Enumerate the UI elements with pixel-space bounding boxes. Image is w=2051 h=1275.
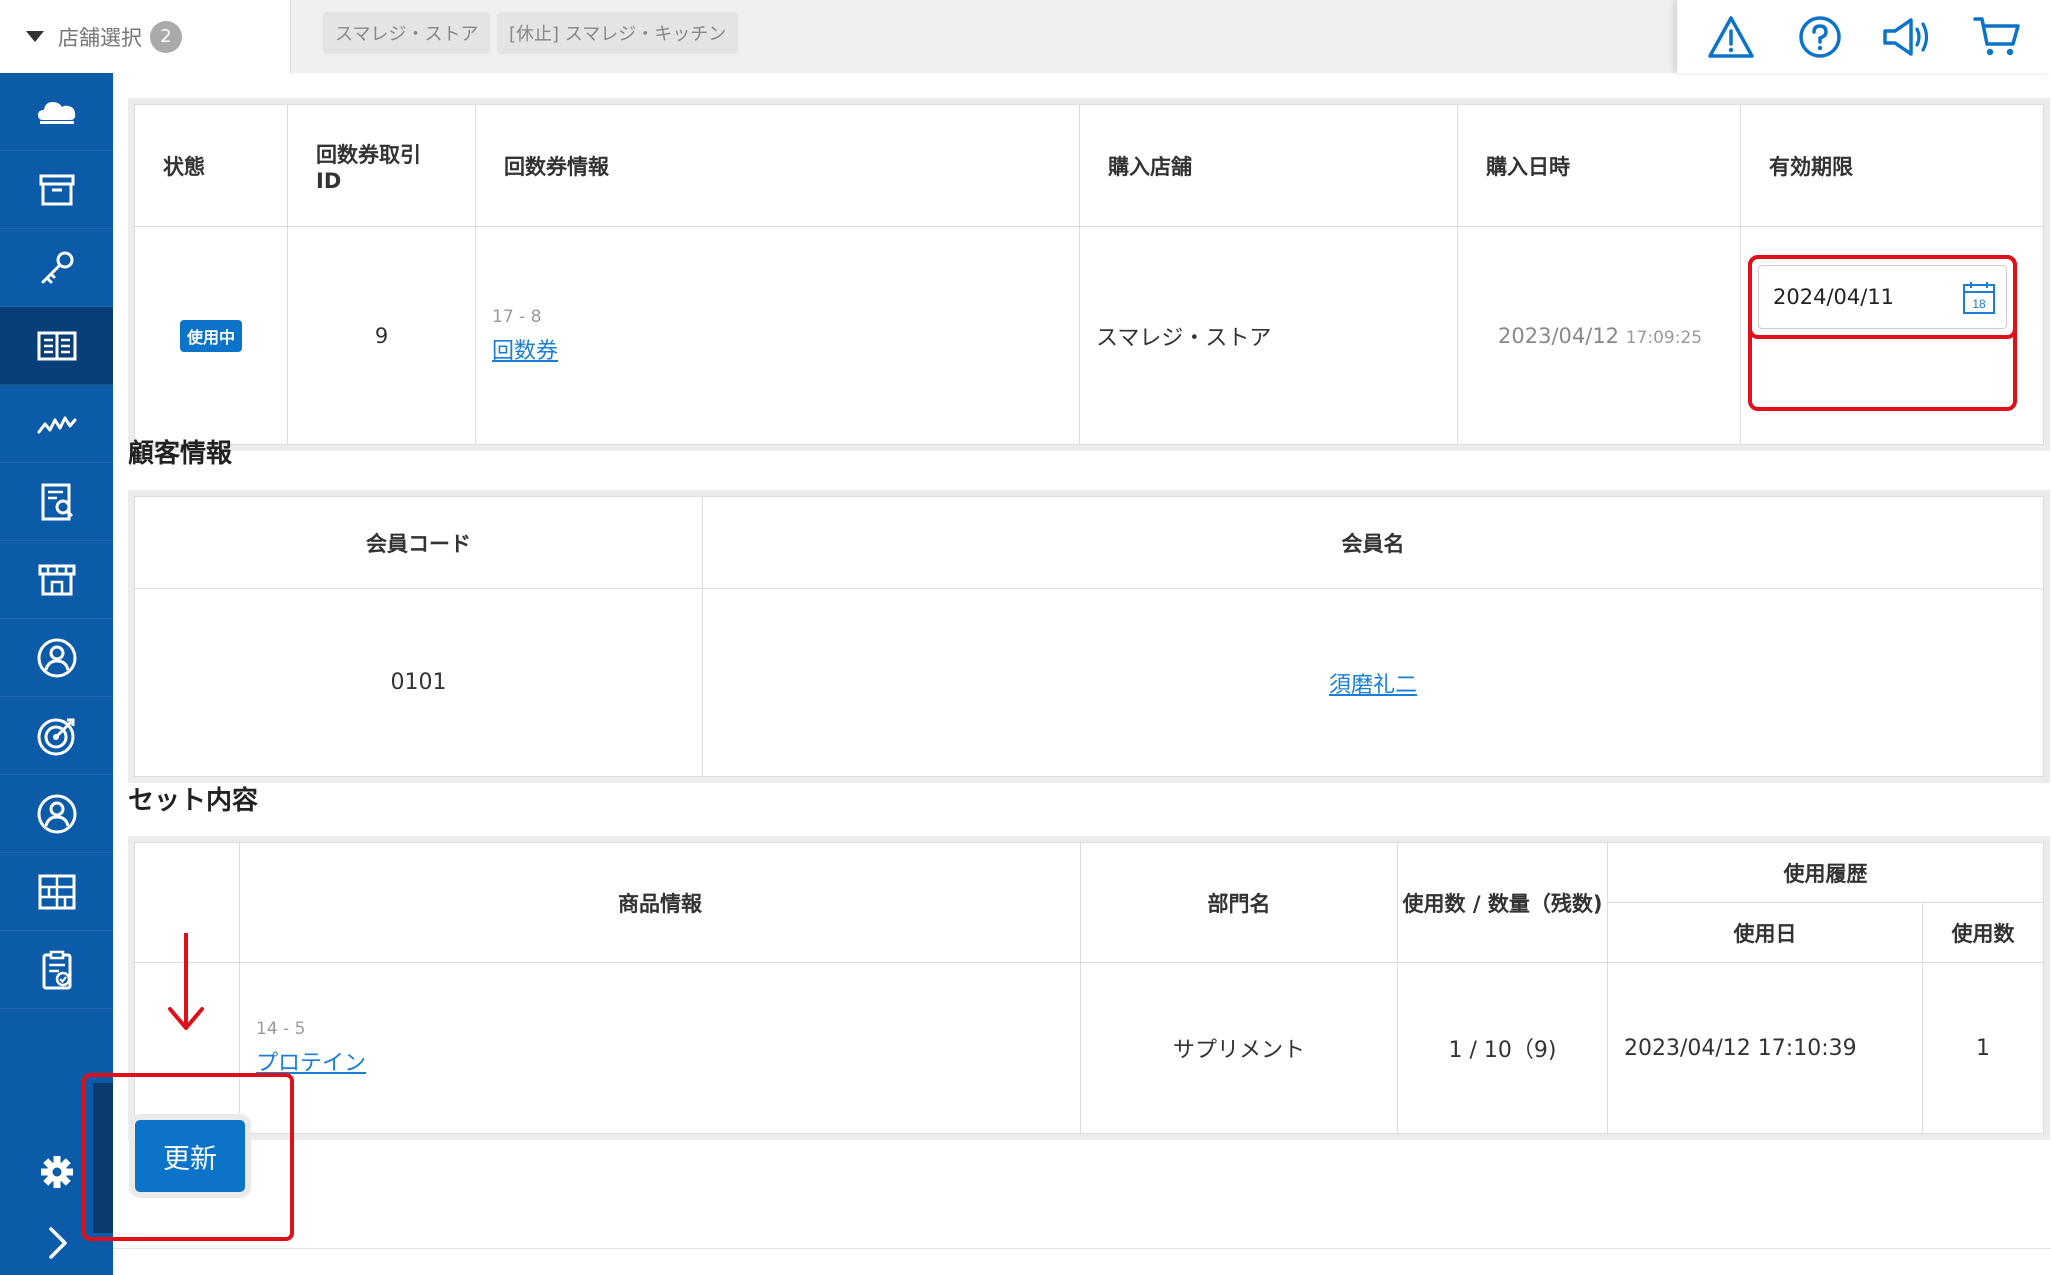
sidebar-item-grid[interactable]: [0, 853, 113, 931]
sidebar-item-target[interactable]: [0, 697, 113, 775]
sidebar-item-cloud[interactable]: [0, 73, 113, 151]
chevron-right-icon: [48, 1227, 67, 1259]
member-name-cell: 須磨礼二: [702, 588, 2044, 777]
ticket-info-cell: 17 - 8 回数券: [475, 226, 1080, 445]
chart-line-icon: [37, 416, 76, 433]
product-code: 14 - 5: [256, 1019, 306, 1039]
col-member-code: 会員コード: [134, 496, 703, 589]
cloud-icon: [37, 101, 75, 124]
update-button[interactable]: 更新: [135, 1120, 245, 1192]
member-code-cell: 0101: [134, 588, 703, 777]
set-table: 商品情報 部門名 使用数 / 数量（残数) 使用履歴 使用日 使用数 14 - …: [134, 842, 2044, 1134]
used-count-cell: 1: [1922, 962, 2044, 1134]
customer-table: 会員コード 会員名 0101 須磨礼二: [134, 496, 2044, 777]
store-count-badge: 2: [150, 20, 182, 53]
sidebar-item-clipboard[interactable]: [0, 931, 113, 1009]
gear-icon: [40, 1156, 73, 1188]
product-cell: 14 - 5 プロテイン: [239, 962, 1081, 1134]
col-product-info: 商品情報: [239, 842, 1081, 963]
col-store: 購入店舗: [1079, 104, 1458, 227]
purchase-time: 17:09:25: [1625, 327, 1703, 348]
customer-section-title: 顧客情報: [128, 439, 233, 469]
user-icon: [37, 794, 76, 833]
archive-icon: [39, 174, 74, 205]
purchase-date-cell: 2023/04/12 17:09:25: [1457, 226, 1741, 445]
target-icon: [37, 718, 74, 755]
store-chip[interactable]: スマレジ・ストア: [323, 12, 491, 54]
used-date-cell: 2023/04/12 17:10:39: [1607, 962, 1923, 1134]
store-chip[interactable]: [休止] スマレジ・キッチン: [497, 12, 739, 54]
ticket-link[interactable]: 回数券: [492, 339, 558, 364]
book-icon: [37, 331, 76, 360]
cart-icon[interactable]: [1969, 9, 2025, 65]
set-section-title: セット内容: [128, 786, 259, 816]
col-status: 状態: [134, 104, 288, 227]
store-select[interactable]: 店舗選択 2: [0, 0, 291, 73]
purchase-date: 2023/04/12: [1498, 323, 1620, 348]
help-icon[interactable]: [1792, 9, 1848, 65]
col-used-count: 使用数: [1922, 902, 2044, 963]
col-used-date: 使用日: [1607, 902, 1923, 963]
sidebar-item-book[interactable]: [0, 307, 113, 385]
status-badge: 使用中: [179, 319, 242, 352]
col-history: 使用履歴: [1607, 842, 2044, 903]
customer-icon: [37, 638, 76, 677]
sidebar-item-store[interactable]: [0, 541, 113, 619]
topbar-icon-group: [1677, 0, 2051, 73]
sidebar-item-archive[interactable]: [0, 151, 113, 229]
col-member-name: 会員名: [702, 496, 2044, 589]
sidebar-edge: [93, 1083, 113, 1233]
status-cell: 使用中: [134, 226, 288, 445]
col-purchase-date: 購入日時: [1457, 104, 1741, 227]
usage-cell: 1 / 10（9): [1397, 962, 1608, 1134]
store-cell: スマレジ・ストア: [1079, 226, 1458, 445]
col-ticket-id: 回数券取引 ID: [287, 104, 476, 227]
col-ticket-info: 回数券情報: [475, 104, 1080, 227]
caret-down-icon: [26, 31, 44, 42]
calendar-icon[interactable]: 18: [1962, 281, 1996, 315]
col-dept: 部門名: [1080, 842, 1398, 963]
main-content: 状態 回数券取引 ID 回数券情報 購入店舗 購入日時 有効期限 使用中 9 1…: [113, 73, 2051, 1275]
sidebar-item-report[interactable]: [0, 463, 113, 541]
customer-table-panel: 会員コード 会員名 0101 須磨礼二: [128, 490, 2050, 783]
calendar-day: 18: [1972, 297, 1986, 311]
announcement-icon[interactable]: [1880, 9, 1936, 65]
expiry-date-input[interactable]: 2024/04/11 18: [1758, 265, 2007, 329]
sidebar-item-key[interactable]: [0, 229, 113, 307]
store-icon: [38, 564, 75, 595]
col-expiry: 有効期限: [1740, 104, 2044, 227]
ticket-code: 17 - 8: [492, 306, 542, 327]
grid-icon: [38, 874, 75, 909]
expiry-date-value: 2024/04/11: [1773, 285, 1895, 309]
arrow-down-icon: [168, 933, 204, 1030]
top-bar: 店舗選択 2 スマレジ・ストア [休止] スマレジ・キッチン: [0, 0, 2051, 73]
sidebar-item-chart[interactable]: [0, 385, 113, 463]
key-icon: [41, 251, 73, 283]
alert-icon[interactable]: [1703, 9, 1759, 65]
ticket-id-cell: 9: [287, 226, 476, 445]
set-table-panel: 商品情報 部門名 使用数 / 数量（残数) 使用履歴 使用日 使用数 14 - …: [128, 836, 2050, 1140]
sidebar-item-customer[interactable]: [0, 619, 113, 697]
clipboard-icon: [42, 950, 71, 989]
member-name-link[interactable]: 須磨礼二: [1329, 673, 1417, 698]
dept-cell: サプリメント: [1080, 962, 1398, 1134]
store-select-label: 店舗選択: [58, 25, 142, 50]
col-usage: 使用数 / 数量（残数): [1397, 842, 1608, 963]
sidebar-item-user[interactable]: [0, 775, 113, 853]
report-icon: [41, 483, 73, 520]
footer-divider: [113, 1248, 2051, 1249]
